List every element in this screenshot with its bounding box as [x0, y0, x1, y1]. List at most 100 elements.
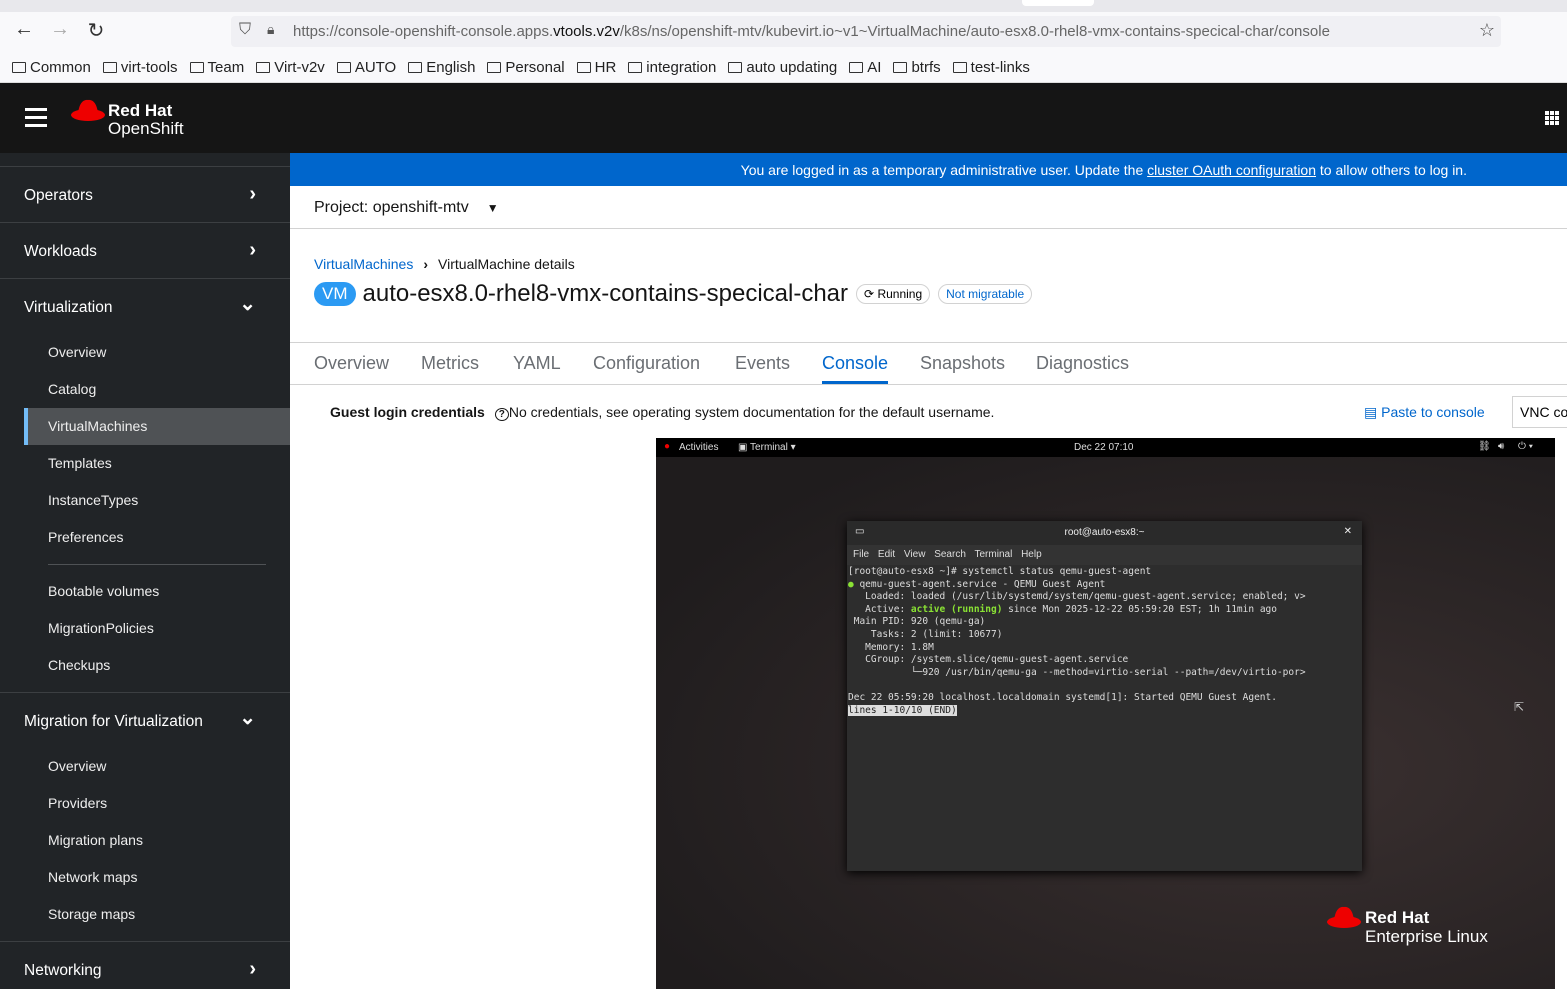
bookmark-12[interactable]: test-links — [952, 59, 1030, 76]
reload-icon[interactable]: ↻ — [82, 18, 110, 43]
terminal-line: since Mon 2025-12-22 05:59:20 EST; 1h 11… — [1002, 603, 1277, 615]
project-label: Project: openshift-mtv — [314, 199, 469, 216]
sidebar-item-checkups[interactable]: Checkups — [24, 647, 290, 684]
terminal-menu-search[interactable]: Search — [934, 549, 966, 560]
hamburger-menu-icon[interactable] — [25, 108, 47, 132]
terminal-menu-edit[interactable]: Edit — [878, 549, 895, 560]
sidebar-migration[interactable]: Migration for Virtualization ⌄ — [0, 692, 290, 748]
sidebar-item-virtualmachines[interactable]: VirtualMachines — [24, 408, 290, 445]
sidebar-virtualization[interactable]: Virtualization ⌄ — [0, 278, 290, 334]
sidebar-operators[interactable]: Operators › — [0, 166, 290, 222]
folder-icon — [408, 61, 423, 73]
terminal-line: Active: — [848, 603, 911, 615]
project-selector[interactable]: Project: openshift-mtv ▼ — [290, 186, 1567, 229]
clock[interactable]: Dec 22 07:10 — [1074, 442, 1134, 453]
bookmark-9[interactable]: auto updating — [728, 59, 837, 76]
sidebar-migration-label: Migration for Virtualization — [24, 713, 203, 730]
bookmark-0[interactable]: Common — [12, 59, 91, 76]
back-icon[interactable]: ← — [10, 18, 38, 41]
terminal-line: [root@auto-esx8 ~]# systemctl status qem… — [848, 566, 1152, 577]
forward-icon[interactable]: → — [46, 18, 74, 41]
sidebar-item-catalog[interactable]: Catalog — [24, 371, 290, 408]
bookmark-6[interactable]: Personal — [487, 58, 565, 76]
sidebar-item-templates[interactable]: Templates — [24, 445, 290, 482]
folder-icon — [12, 61, 26, 73]
terminal-line: Loaded: loaded (/usr/lib/systemd/system/… — [848, 591, 1306, 603]
bookmark-11[interactable]: btrfs — [893, 58, 941, 76]
guest-credentials: Guest login credentials ? No credentials,… — [330, 404, 994, 421]
folder-icon — [893, 61, 908, 73]
tab-snapshots[interactable]: Snapshots — [920, 353, 1005, 374]
console-type-select[interactable]: VNC console — [1512, 396, 1567, 428]
bookmark-8[interactable]: integration — [628, 59, 716, 76]
help-icon[interactable]: ? — [494, 408, 509, 421]
breadcrumb-virtualmachines-link[interactable]: VirtualMachines — [314, 256, 413, 272]
terminal-menu-terminal[interactable]: Terminal — [975, 549, 1013, 560]
terminal-window[interactable]: ▭ root@auto-esx8:~ ✕ File Edit View Search… — [847, 521, 1362, 871]
bookmark-label: btrfs — [911, 58, 941, 76]
sidebar-item-migrationpolicies[interactable]: MigrationPolicies — [24, 610, 290, 647]
terminal-line: Tasks: 2 (limit: 10677) — [848, 628, 1003, 640]
terminal-output[interactable]: [root@auto-esx8 ~]# systemctl status qem… — [847, 565, 1362, 871]
sidebar-networking-label: Networking — [24, 962, 102, 979]
sidebar-item-instancetypes[interactable]: InstanceTypes — [24, 482, 290, 519]
breadcrumb-current: VirtualMachine details — [438, 256, 575, 272]
chevron-down-icon: ⌄ — [239, 707, 256, 729]
bookmark-10[interactable]: AI — [849, 59, 881, 76]
chevron-down-icon: ⌄ — [239, 293, 256, 315]
power-icon[interactable]: ⏻ ▾ — [1518, 441, 1533, 452]
status-badge[interactable]: ⟳ Running — [856, 284, 931, 304]
terminal-app-menu[interactable]: ▣ Terminal ▾ — [738, 442, 796, 453]
terminal-line: Memory: 1.8M — [848, 641, 934, 653]
terminal-line: Main PID: 920 (qemu-ga) — [848, 616, 986, 628]
sidebar-operators-label: Operators — [24, 187, 93, 204]
sync-icon: ⟳ — [864, 287, 875, 301]
bookmark-2[interactable]: Team — [189, 59, 244, 76]
browser-tab[interactable] — [1022, 0, 1094, 6]
bookmark-4[interactable]: AUTO — [336, 59, 396, 76]
bookmark-3[interactable]: Virt-v2v — [256, 59, 325, 76]
url-bar[interactable]: ⛉ 🔒︎ https://console-openshift-console.a… — [231, 16, 1501, 47]
app-launcher-icon[interactable] — [1545, 111, 1559, 125]
bookmark-5[interactable]: English — [408, 59, 475, 76]
tab-metrics[interactable]: Metrics — [421, 353, 479, 374]
terminal-menu-help[interactable]: Help — [1021, 549, 1042, 560]
paste-to-console-button[interactable]: ▤ Paste to console — [1364, 404, 1485, 421]
sidebar-divider — [48, 564, 266, 565]
sidebar-item-bootable-volumes[interactable]: Bootable volumes — [24, 573, 290, 610]
tab-configuration[interactable]: Configuration — [593, 353, 700, 374]
folder-icon — [952, 61, 967, 73]
close-icon[interactable]: ✕ — [1344, 526, 1352, 537]
migratable-badge[interactable]: Not migratable — [938, 284, 1033, 304]
sidebar-mig-item-storage-maps[interactable]: Storage maps — [24, 896, 290, 933]
bookmark-star-icon[interactable]: ☆ — [1479, 20, 1495, 41]
bookmark-label: virt-tools — [120, 58, 178, 76]
bookmark-label: Common — [30, 58, 91, 76]
tab-events[interactable]: Events — [735, 353, 790, 374]
oauth-config-link[interactable]: cluster OAuth configuration — [1147, 162, 1316, 178]
terminal-line: qemu-guest-agent.service - QEMU Guest Ag… — [853, 578, 1106, 590]
sidebar-item-overview[interactable]: Overview — [24, 334, 290, 371]
sidebar-mig-item-overview[interactable]: Overview — [24, 748, 290, 785]
folder-icon — [849, 61, 864, 73]
volume-icon[interactable]: 🔊︎ — [1498, 441, 1504, 452]
vnc-console-screen[interactable]: ● Activities ▣ Terminal ▾ Dec 22 07:10 ⛓… — [656, 438, 1555, 989]
activities-button[interactable]: Activities — [679, 442, 718, 453]
terminal-menu-file[interactable]: File — [853, 549, 869, 560]
tab-overview[interactable]: Overview — [314, 353, 389, 374]
browser-navbar: ← → ↻ ⛉ 🔒︎ https://console-openshift-con… — [0, 12, 1567, 52]
bookmark-label: Personal — [505, 58, 565, 76]
sidebar-mig-item-providers[interactable]: Providers — [24, 785, 290, 822]
terminal-menu-view[interactable]: View — [904, 549, 926, 560]
tab-console[interactable]: Console — [822, 353, 889, 384]
network-icon[interactable]: ⛓ — [1478, 441, 1491, 452]
sidebar-item-preferences[interactable]: Preferences — [24, 519, 290, 556]
tab-yaml[interactable]: YAML — [513, 353, 561, 374]
bookmark-7[interactable]: HR — [576, 59, 616, 76]
sidebar-workloads[interactable]: Workloads › — [0, 222, 290, 278]
sidebar-mig-item-migration-plans[interactable]: Migration plans — [24, 822, 290, 859]
tab-diagnostics[interactable]: Diagnostics — [1036, 353, 1129, 374]
bookmark-1[interactable]: virt-tools — [102, 58, 178, 76]
redhat-openshift-logo[interactable]: Red Hat OpenShift — [70, 97, 184, 138]
sidebar-mig-item-network-maps[interactable]: Network maps — [24, 859, 290, 896]
